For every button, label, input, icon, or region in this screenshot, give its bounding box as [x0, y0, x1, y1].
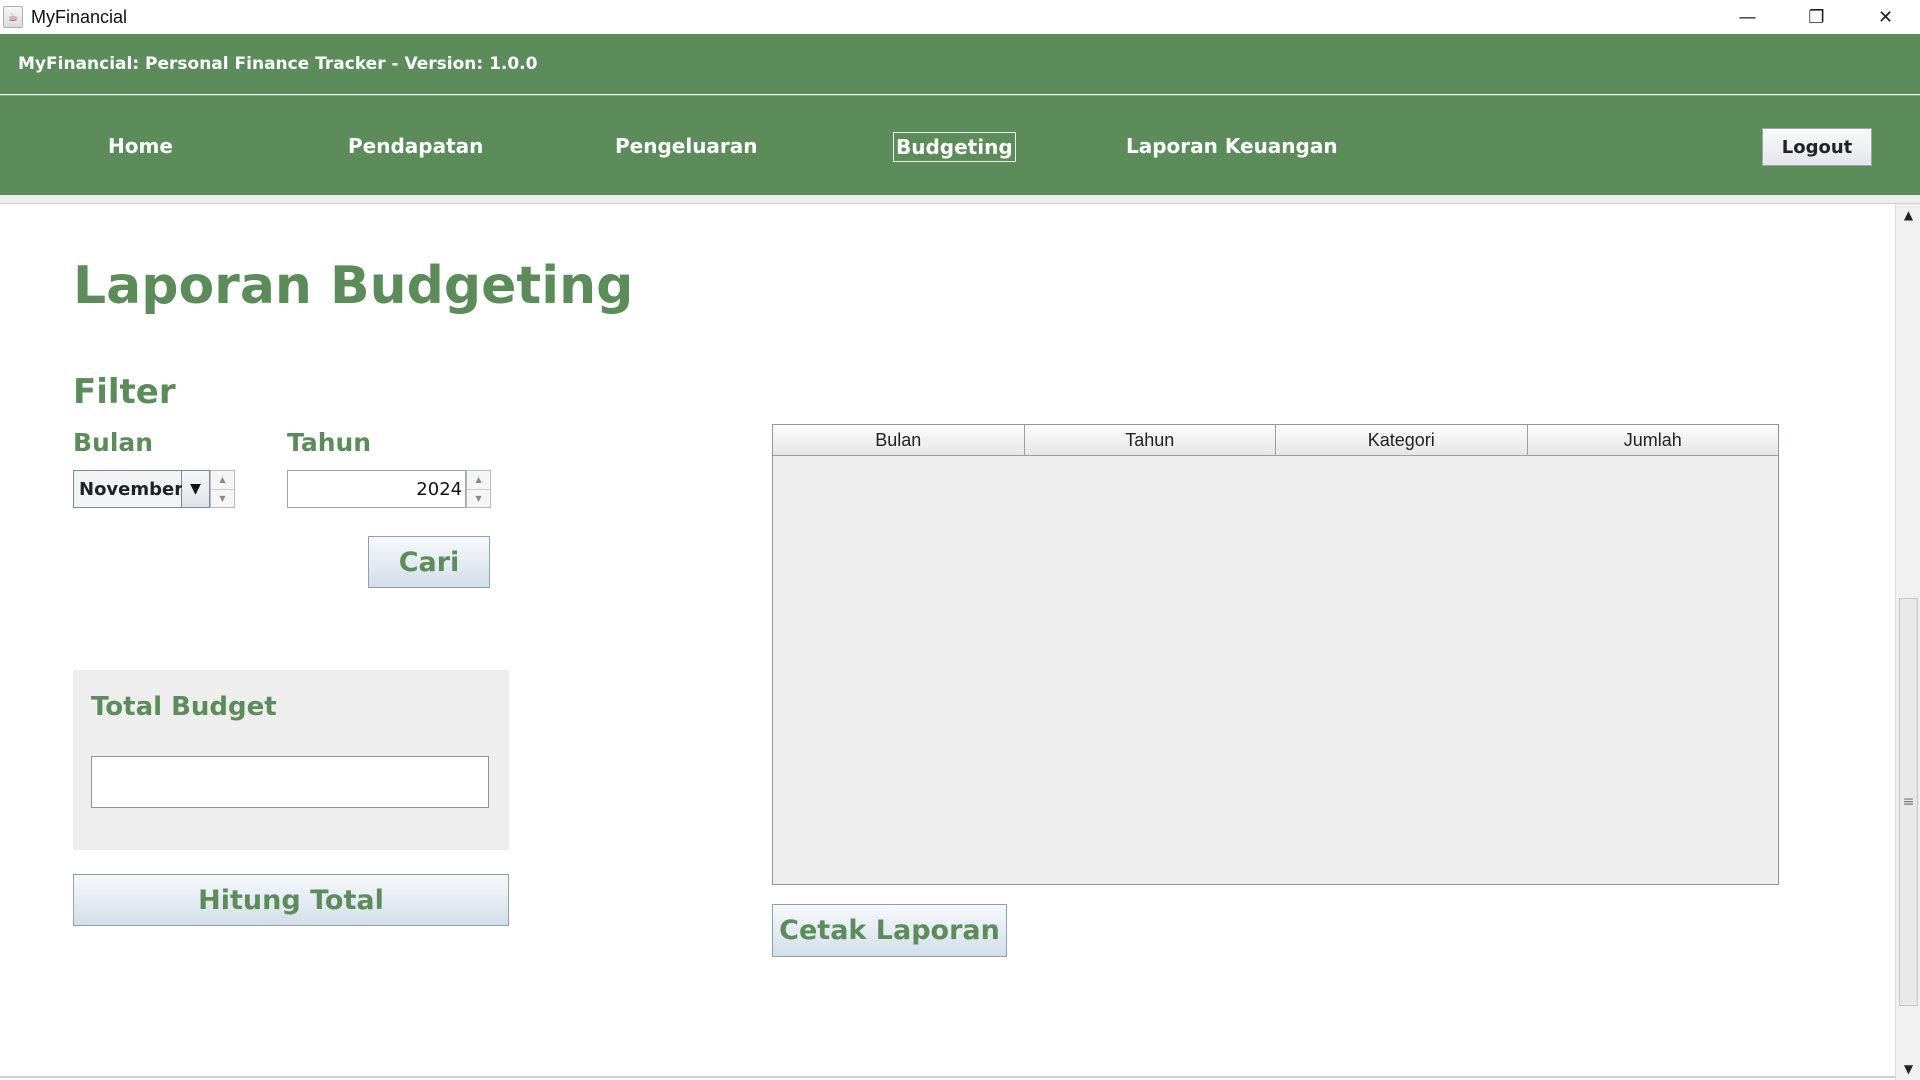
- scrollbar-thumb[interactable]: ≡: [1899, 598, 1918, 1006]
- close-button[interactable]: ✕: [1851, 0, 1920, 34]
- year-input[interactable]: 2024: [287, 470, 467, 508]
- arrow-up-icon[interactable]: ▲: [467, 471, 490, 489]
- column-header-kategori[interactable]: Kategori: [1276, 425, 1528, 456]
- search-button[interactable]: Cari: [368, 536, 490, 588]
- bulan-label: Bulan: [73, 428, 154, 457]
- window-controls: — ❐ ✕: [1713, 0, 1920, 34]
- year-spinner-buttons[interactable]: ▲ ▼: [466, 470, 491, 508]
- arrow-up-icon[interactable]: ▲: [211, 471, 234, 489]
- page-title: Laporan Budgeting: [73, 256, 634, 316]
- tahun-label: Tahun: [287, 428, 372, 457]
- minimize-button[interactable]: —: [1713, 0, 1782, 34]
- java-cup-icon: ☕: [3, 6, 23, 28]
- table-header: Bulan Tahun Kategori Jumlah: [773, 425, 1778, 456]
- nav-bar: Home Pendapatan Pengeluaran Budgeting La…: [0, 95, 1920, 195]
- nav-item-pengeluaran[interactable]: Pengeluaran: [613, 132, 760, 160]
- filter-title: Filter: [73, 372, 176, 412]
- year-spinner[interactable]: 2024 ▲ ▼: [287, 470, 491, 508]
- total-budget-field[interactable]: [91, 756, 489, 808]
- window-titlebar: ☕ MyFinancial — ❐ ✕: [0, 0, 1920, 34]
- month-select-value[interactable]: November: [73, 470, 183, 508]
- nav-item-pendapatan[interactable]: Pendapatan: [346, 132, 485, 160]
- scroll-up-icon[interactable]: ▲: [1896, 204, 1920, 226]
- logout-button[interactable]: Logout: [1762, 128, 1872, 166]
- arrow-down-icon[interactable]: ▼: [211, 488, 234, 507]
- restore-button[interactable]: ❐: [1782, 0, 1851, 34]
- app-header-text: MyFinancial: Personal Finance Tracker - …: [18, 54, 538, 74]
- app-header: MyFinancial: Personal Finance Tracker - …: [0, 34, 1920, 94]
- nav-item-laporan-keuangan[interactable]: Laporan Keuangan: [1124, 132, 1340, 160]
- vertical-scrollbar[interactable]: ▲ ≡ ▼: [1895, 204, 1920, 1080]
- column-header-bulan[interactable]: Bulan: [773, 425, 1025, 456]
- column-header-jumlah[interactable]: Jumlah: [1527, 425, 1778, 456]
- arrow-down-icon[interactable]: ▼: [467, 488, 490, 507]
- total-budget-panel: Total Budget: [73, 670, 509, 850]
- month-select[interactable]: November ▼ ▲ ▼: [73, 470, 235, 508]
- nav-item-home[interactable]: Home: [106, 132, 175, 160]
- bottom-border: [0, 1076, 1895, 1078]
- calculate-total-button[interactable]: Hitung Total: [73, 874, 509, 926]
- month-spinner[interactable]: ▲ ▼: [210, 470, 235, 508]
- window-title: MyFinancial: [31, 6, 128, 27]
- main-content: Laporan Budgeting Filter Bulan Tahun Nov…: [0, 204, 1895, 1080]
- header-divider: [0, 195, 1920, 204]
- print-report-button[interactable]: Cetak Laporan: [772, 904, 1007, 957]
- scroll-down-icon[interactable]: ▼: [1896, 1058, 1920, 1080]
- budget-table[interactable]: Bulan Tahun Kategori Jumlah: [772, 424, 1779, 885]
- total-budget-title: Total Budget: [91, 692, 277, 722]
- nav-item-budgeting[interactable]: Budgeting: [893, 132, 1016, 162]
- chevron-down-icon[interactable]: ▼: [182, 470, 210, 508]
- column-header-tahun[interactable]: Tahun: [1024, 425, 1276, 456]
